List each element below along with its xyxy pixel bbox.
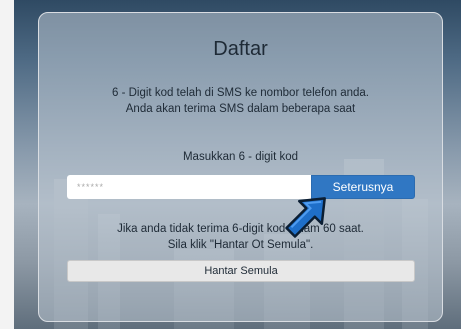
- resend-notice: Jika anda tidak terima 6-digit kod dalam…: [49, 221, 432, 253]
- resend-notice-line-2: Sila klik "Hantar Ot Semula".: [167, 239, 314, 251]
- resend-notice-line-1: Jika anda tidak terima 6-digit kod dalam…: [117, 223, 364, 235]
- sms-info-line-1: 6 - Digit kod telah di SMS ke nombor tel…: [112, 87, 369, 99]
- resend-button[interactable]: Hantar Semula: [67, 260, 415, 282]
- pointer-arrow-icon: [285, 197, 326, 238]
- sms-info-line-2: Anda akan terima SMS dalam beberapa saat: [125, 103, 356, 115]
- sms-info: 6 - Digit kod telah di SMS ke nombor tel…: [49, 85, 432, 117]
- page-title: Daftar: [213, 38, 268, 60]
- code-prompt: Masukkan 6 - digit kod: [182, 151, 299, 163]
- register-panel: Daftar 6 - Digit kod telah di SMS ke nom…: [38, 12, 443, 322]
